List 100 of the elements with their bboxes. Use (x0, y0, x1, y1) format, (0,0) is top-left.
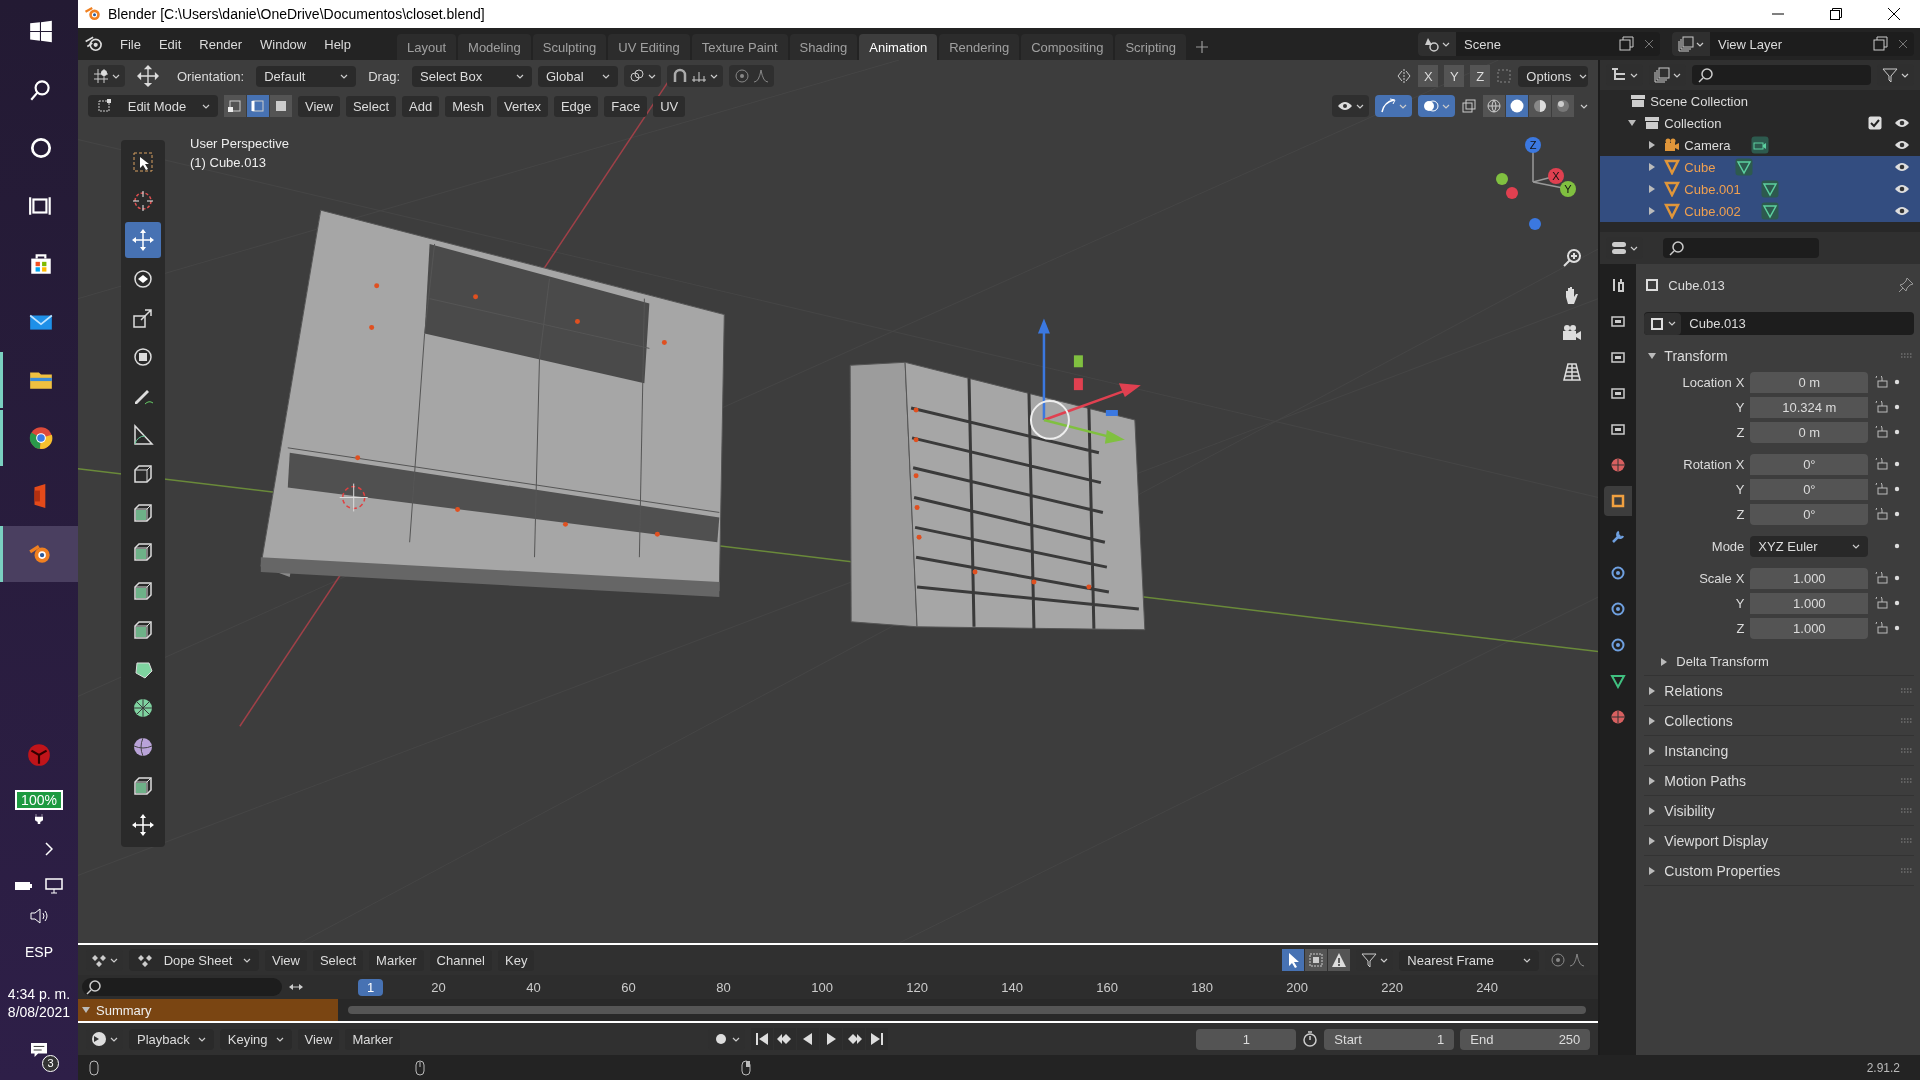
timeline-menu-item[interactable]: View (297, 1028, 340, 1050)
timeline-menu-item[interactable]: Marker (345, 1028, 400, 1050)
orientation-label: Orientation: (177, 68, 245, 84)
axis-label: Y (1564, 183, 1572, 195)
number-field[interactable]: 10.324 m (1750, 396, 1869, 418)
dope-sheet-menu-item[interactable]: Select (312, 949, 364, 971)
viewport-menu-item[interactable]: Select (345, 95, 397, 117)
workspace-tab[interactable]: Scripting (1115, 34, 1186, 60)
clock-time[interactable]: 4:34 p. m. (7, 986, 71, 1002)
viewport-menu-item[interactable]: Vertex (497, 95, 548, 117)
workspace-tab[interactable]: Rendering (939, 34, 1020, 60)
outliner-row[interactable]: Cube.001 (1600, 178, 1920, 200)
menu-item[interactable]: Render (191, 33, 250, 55)
number-field[interactable]: 1.000 (1750, 567, 1869, 589)
number-field[interactable]: 0° (1750, 453, 1869, 475)
panel-header[interactable]: Custom Properties (1644, 856, 1914, 885)
navigation-gizmo-drawing[interactable]: Z X Y (1488, 132, 1579, 232)
viewport-menu-item[interactable]: View (298, 95, 340, 117)
number-field[interactable]: 0 m (1750, 371, 1869, 393)
panel-header[interactable]: Relations (1644, 676, 1914, 705)
viewport-menu-item[interactable]: UV (653, 95, 686, 117)
number-field[interactable]: 0° (1750, 503, 1869, 525)
outliner-item-name: Cube (1684, 159, 1716, 175)
viewport-menu-item[interactable]: Mesh (445, 95, 492, 117)
axis-label: Z (1736, 424, 1745, 440)
mode-dropdown[interactable]: Edit Mode (88, 95, 218, 117)
menu-item[interactable]: Window (252, 33, 315, 55)
workspace-tab[interactable]: Animation (859, 34, 938, 60)
panel-header[interactable]: Motion Paths (1644, 766, 1914, 795)
panel-header[interactable]: Collections (1644, 706, 1914, 735)
timeline-dropdown[interactable]: Keying (219, 1028, 292, 1050)
workspace-tab[interactable]: Modeling (458, 34, 531, 60)
start-frame-field[interactable]: Start 1 (1324, 1028, 1455, 1050)
workspace-tab[interactable]: Texture Paint (691, 34, 788, 60)
active-object-label: (1) Cube.013 (190, 155, 267, 170)
axis-toggle-button[interactable]: Z (1470, 65, 1491, 87)
subpanel-header[interactable]: Delta Transform (1644, 654, 1914, 669)
object-name: Cube.013 (1668, 277, 1725, 293)
outliner-row[interactable]: Cube.002 (1600, 200, 1920, 222)
dope-sheet-mode-dropdown[interactable]: Dope Sheet (129, 949, 259, 971)
workspace-tab[interactable]: Compositing (1021, 34, 1114, 60)
options-dropdown[interactable]: Options (1518, 65, 1589, 87)
drag-label: Drag: (368, 68, 400, 84)
current-frame-field[interactable]: 1 (1196, 1028, 1297, 1050)
workspace-tab[interactable]: UV Editing (608, 34, 690, 60)
panel-header[interactable]: Visibility (1644, 796, 1914, 825)
property-label: Mode (1711, 538, 1745, 554)
axis-label: X (1735, 570, 1745, 586)
panel-header[interactable]: Transform (1644, 341, 1914, 370)
menu-item[interactable]: File (112, 33, 149, 55)
outliner-item-name[interactable]: Scene Collection (1650, 93, 1748, 109)
axis-label: Z (1530, 139, 1537, 151)
workspace-tab[interactable]: Shading (789, 34, 858, 60)
outliner-item-name[interactable]: Collection (1664, 115, 1722, 131)
menu-item[interactable]: Edit (150, 33, 190, 55)
outliner-row[interactable]: Camera (1600, 134, 1920, 156)
menu-item[interactable]: Help (316, 33, 359, 55)
viewport-menu-item[interactable]: Add (402, 95, 440, 117)
dope-sheet-menu-item[interactable]: Key (498, 949, 535, 971)
dope-sheet-menu-item[interactable]: Channel (429, 949, 492, 971)
frame-number: 20 (431, 979, 447, 995)
frame-number: 200 (1286, 979, 1309, 995)
frame-number: 120 (906, 979, 929, 995)
workspace-tab[interactable]: Layout (397, 34, 457, 60)
current-frame-indicator[interactable]: 1 (358, 978, 384, 996)
channel-name: Summary (96, 1002, 152, 1018)
end-frame-field[interactable]: End 250 (1460, 1028, 1591, 1050)
viewport-menu-item[interactable]: Face (604, 95, 648, 117)
window-title: Blender [C:\Users\danie\OneDrive\Documentos\closet.blend] (108, 6, 485, 22)
viewport-menu-item[interactable]: Edge (553, 95, 599, 117)
input-language[interactable]: ESP (25, 944, 53, 960)
number-field[interactable]: 0° (1750, 478, 1869, 500)
axis-label: X (1552, 170, 1560, 182)
drag-dropdown[interactable]: Select Box (412, 65, 532, 87)
dope-sheet-menu-item[interactable]: Marker (369, 949, 424, 971)
outliner-row[interactable]: Cube (1600, 156, 1920, 178)
frame-number: 100 (811, 979, 834, 995)
panel-title: Custom Properties (1664, 862, 1781, 879)
panel-header[interactable]: Viewport Display (1644, 826, 1914, 855)
snap-mode-dropdown[interactable]: Nearest Frame (1399, 949, 1540, 971)
battery-indicator[interactable]: 100% (15, 790, 63, 810)
timeline-dropdown[interactable]: Playback (129, 1028, 214, 1050)
frame-number: 60 (621, 979, 637, 995)
axis-toggle-button[interactable]: Y (1444, 65, 1465, 87)
number-field[interactable]: 1.000 (1750, 617, 1869, 639)
frame-number: 220 (1381, 979, 1404, 995)
summary-channel[interactable]: Summary (78, 999, 338, 1021)
orientation-dropdown[interactable]: Default (256, 65, 357, 87)
axis-toggle-button[interactable]: X (1418, 65, 1439, 87)
transform-orientation-dropdown[interactable]: Global (538, 65, 618, 87)
panel-title: Transform (1664, 347, 1728, 364)
number-field[interactable]: 0 m (1750, 421, 1869, 443)
panel-header[interactable]: Instancing (1644, 736, 1914, 765)
dope-sheet-menu-item[interactable]: View (265, 949, 307, 971)
panel-title: Visibility (1664, 802, 1715, 819)
rotation-mode-dropdown[interactable]: XYZ Euler (1750, 535, 1869, 557)
view-name: User Perspective (190, 136, 289, 151)
workspace-tab[interactable]: Sculpting (532, 34, 607, 60)
number-field[interactable]: 1.000 (1750, 592, 1869, 614)
clock-date[interactable]: 8/08/2021 (7, 1004, 71, 1020)
